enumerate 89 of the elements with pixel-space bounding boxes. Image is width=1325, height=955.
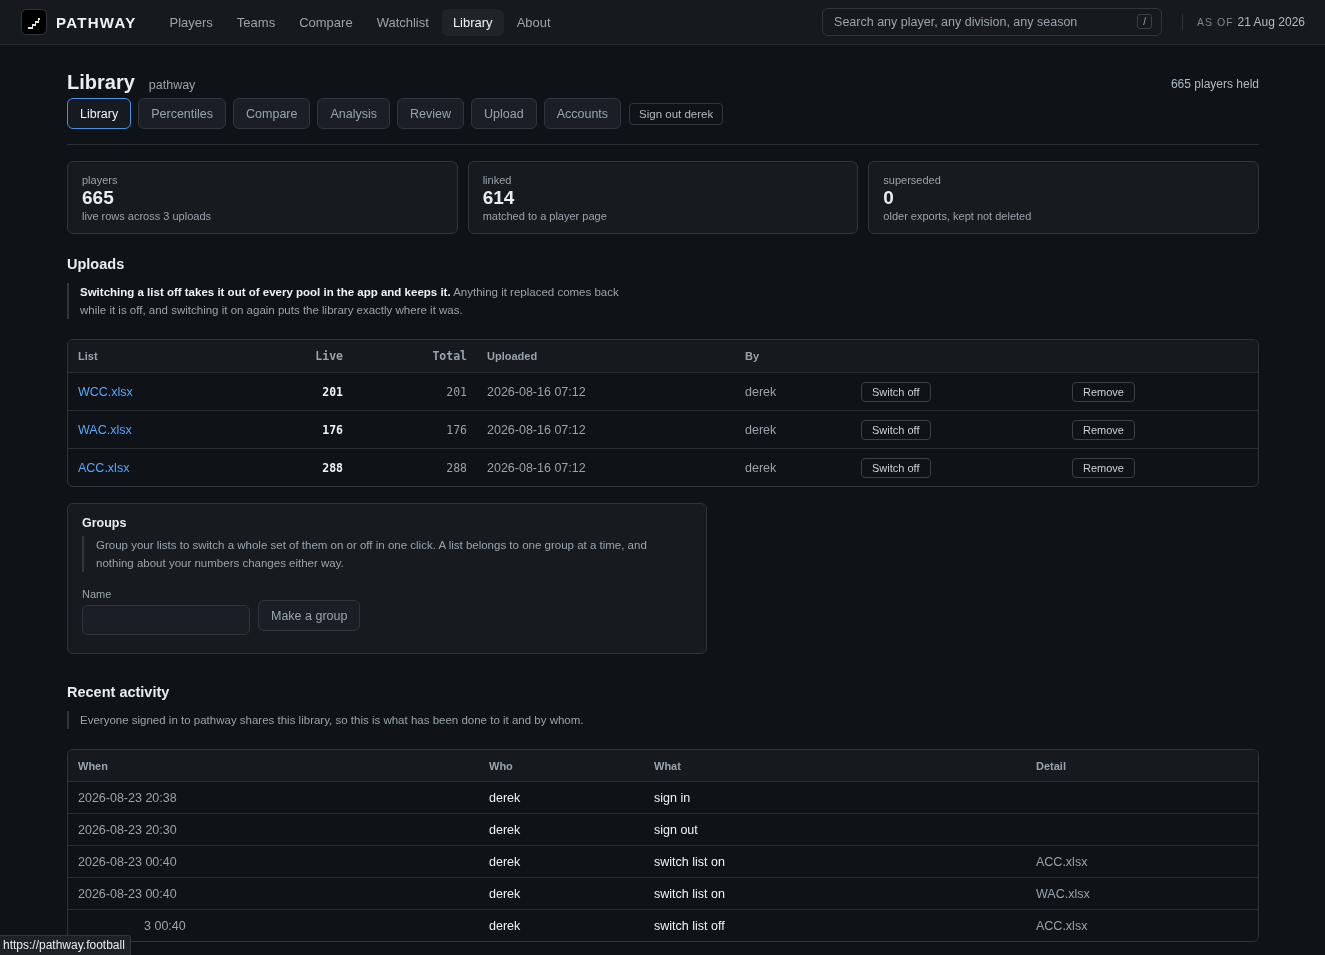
- live-count: 288: [321, 460, 343, 475]
- total-count: 288: [445, 460, 467, 475]
- as-of-date: 21 Aug 2026: [1237, 15, 1305, 29]
- switch-off-button[interactable]: Switch off: [861, 419, 931, 440]
- remove-button[interactable]: Remove: [1072, 381, 1135, 402]
- players-held-count: 665 players held: [1170, 77, 1259, 91]
- activity-user: derek: [489, 886, 522, 901]
- activity-user: derek: [489, 854, 522, 869]
- stat-label: players: [82, 174, 119, 186]
- file-link[interactable]: ACC.xlsx: [78, 460, 248, 475]
- activity-time: 2026-08-23 20:30: [78, 822, 178, 837]
- stat-value: 0: [883, 187, 895, 209]
- activity-detail: WAC.xlsx: [1036, 886, 1091, 901]
- upload-time: 2026-08-16 07:12: [486, 460, 587, 475]
- column-header: Uploaded: [486, 350, 539, 362]
- activity-user: derek: [489, 790, 522, 805]
- nav-link[interactable]: Teams: [225, 8, 287, 36]
- activity-note: Everyone signed in to pathway shares this library, so this is what has been done to it and by whom.: [67, 711, 640, 729]
- tab[interactable]: Percentiles: [138, 98, 227, 129]
- nav-link[interactable]: Library: [441, 8, 504, 36]
- stat-note: matched to a player page: [482, 210, 608, 222]
- live-count: 176: [321, 422, 343, 437]
- status-url-tooltip: https://pathway.football: [0, 935, 131, 955]
- total-count: 176: [445, 422, 467, 437]
- stat-note: older exports, kept not deleted: [883, 210, 1033, 222]
- column-header: Who: [489, 759, 514, 772]
- live-count: 201: [321, 384, 343, 399]
- column-header: List: [78, 350, 99, 362]
- make-group-button[interactable]: Make a group: [258, 600, 361, 631]
- activity-detail: ACC.xlsx: [1036, 918, 1089, 933]
- total-count: 201: [445, 384, 467, 399]
- column-header: Detail: [1036, 759, 1067, 772]
- nav-link[interactable]: Watchlist: [365, 8, 440, 36]
- file-link[interactable]: WAC.xlsx: [78, 422, 248, 437]
- tab[interactable]: Accounts: [543, 98, 622, 129]
- brand-name: PATHWAY: [56, 13, 137, 31]
- uploads-note: Switching a list off takes it out of every pool in the app and keeps it. Anything it replaced comes back while it is off, and switching it on again puts the library exactly where it was.: [67, 283, 640, 319]
- tab[interactable]: Review: [397, 98, 465, 129]
- column-header: Total: [431, 349, 467, 363]
- tab[interactable]: Analysis: [317, 98, 391, 129]
- uploader-name: derek: [745, 422, 778, 437]
- activity-time: 2026-08-23 00:40: [78, 854, 178, 869]
- uploader-name: derek: [745, 460, 778, 475]
- tab[interactable]: Compare: [233, 98, 311, 129]
- activity-action: sign out: [654, 822, 699, 837]
- remove-button[interactable]: Remove: [1072, 419, 1135, 440]
- activity-action: switch list off: [654, 918, 726, 933]
- remove-button[interactable]: Remove: [1072, 457, 1135, 478]
- activity-action: switch list on: [654, 854, 726, 869]
- activity-time: 2026-08-23 00:40: [78, 886, 178, 901]
- switch-off-button[interactable]: Switch off: [861, 381, 931, 402]
- nav-link[interactable]: About: [505, 8, 562, 36]
- column-header: By: [745, 350, 761, 362]
- activity-time: 2026-08-23 20:38: [78, 790, 178, 805]
- sign-out-button[interactable]: Sign out derek: [629, 102, 724, 125]
- uploader-name: derek: [745, 384, 778, 399]
- file-link[interactable]: WCC.xlsx: [78, 384, 248, 399]
- nav-link[interactable]: Players: [158, 8, 224, 36]
- shortcut-key: /: [1137, 14, 1153, 29]
- name-label: Name: [82, 588, 113, 600]
- switch-off-button[interactable]: Switch off: [861, 457, 931, 478]
- activity-user: derek: [489, 822, 522, 837]
- stat-label: linked: [482, 174, 513, 186]
- column-header: Live: [314, 349, 343, 363]
- activity-time: 3 00:40: [143, 918, 187, 933]
- name-input-field[interactable]: [82, 605, 250, 635]
- groups-note: Group your lists to switch a whole set of them on or off in one click. A list belongs to one group at a time, and nothing about your numbers changes either way.: [82, 536, 676, 572]
- upload-time: 2026-08-16 07:12: [486, 384, 587, 399]
- upload-time: 2026-08-16 07:12: [486, 422, 587, 437]
- activity-action: switch list on: [654, 886, 726, 901]
- column-header: When: [78, 759, 109, 772]
- stat-value: 614: [482, 187, 516, 209]
- stat-note: live rows across 3 uploads: [82, 210, 212, 222]
- activity-action: sign in: [654, 790, 692, 805]
- groups-heading: Groups: [82, 516, 128, 530]
- tab[interactable]: Library: [67, 98, 132, 129]
- section-heading: Recent activity: [67, 684, 171, 700]
- page-subtitle: pathway: [148, 78, 196, 92]
- nav-link[interactable]: Compare: [288, 8, 364, 36]
- column-header: What: [654, 759, 682, 772]
- tab[interactable]: Upload: [471, 98, 537, 129]
- activity-detail: ACC.xlsx: [1036, 854, 1089, 869]
- page-title: Library: [67, 71, 135, 94]
- activity-user: derek: [489, 918, 522, 933]
- section-heading: Uploads: [67, 256, 126, 272]
- stairs-logo-icon: [21, 9, 47, 35]
- as-of-label: AS OF: [1197, 16, 1234, 28]
- stat-value: 665: [82, 187, 115, 209]
- stat-label: superseded: [883, 174, 942, 186]
